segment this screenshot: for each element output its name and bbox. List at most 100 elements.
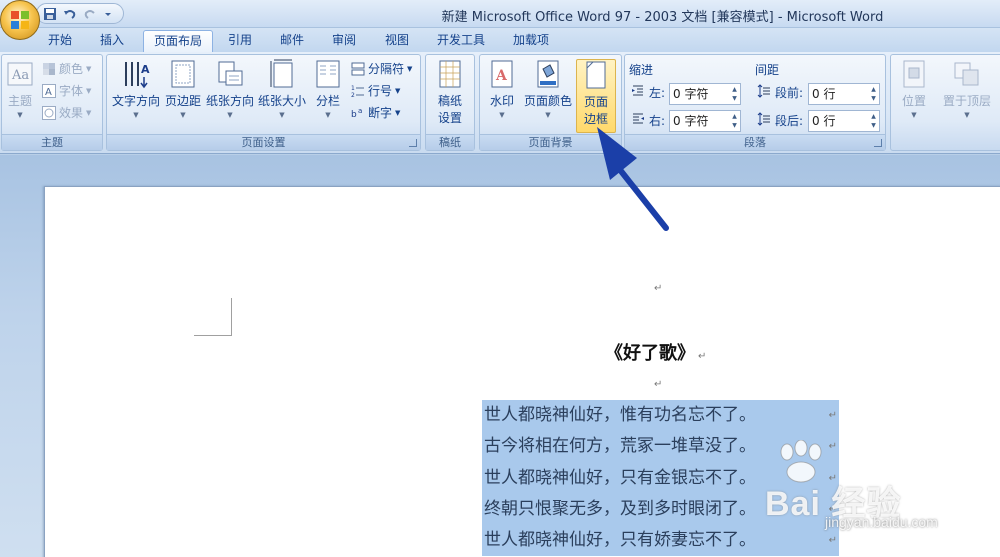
- manuscript-grid-icon: [436, 59, 464, 89]
- group-page-setup: A 文字方向 ▼ 页边距 ▼ 纸张方向 ▼ 纸张大小 ▼ 分栏 ▼ 分隔符 ▼ …: [106, 54, 421, 151]
- page-borders-icon: [582, 60, 610, 90]
- spacing-before-icon: [757, 84, 771, 101]
- paragraph-mark: ↵: [654, 283, 663, 294]
- window-title: 新建 Microsoft Office Word 97 - 2003 文档 [兼…: [441, 10, 884, 25]
- svg-text:A: A: [45, 87, 52, 98]
- spinner-arrows-icon[interactable]: ▲ ▼: [730, 112, 739, 130]
- group-label-page-background: 页面背景: [480, 134, 621, 150]
- svg-text:a: a: [358, 107, 362, 115]
- paragraph-launcher-icon[interactable]: [874, 139, 882, 147]
- manuscript-setup-button[interactable]: 稿纸 设置: [430, 59, 470, 126]
- tab-home[interactable]: 开始: [38, 30, 82, 52]
- spacing-before-label: 段前:: [757, 84, 803, 101]
- chevron-down-icon: ▼: [499, 111, 505, 119]
- color-palette-icon: [42, 62, 56, 76]
- title-bar: 新建 Microsoft Office Word 97 - 2003 文档 [兼…: [0, 0, 1000, 28]
- spacing-before-field[interactable]: 0 行 ▲ ▼: [808, 83, 880, 105]
- indent-left-field[interactable]: 0 字符 ▲ ▼: [669, 83, 741, 105]
- spinner-arrows-icon[interactable]: ▲ ▼: [869, 85, 878, 103]
- group-label-themes: 主题: [2, 134, 102, 150]
- theme-colors-button[interactable]: 颜色 ▼: [42, 60, 91, 77]
- svg-text:A: A: [495, 68, 508, 84]
- poem-selection[interactable]: 世人都晓神仙好，惟有功名忘不了。 ↵ 古今将相在何方，荒冢一堆草没了。 ↵ 世人都晓…: [482, 400, 839, 557]
- chevron-down-icon: ▼: [964, 111, 970, 119]
- poem-line[interactable]: 终朝只恨聚无多，及到多时眼闭了。 ↵: [482, 493, 839, 526]
- paper-size-button[interactable]: 纸张大小 ▼: [257, 59, 307, 119]
- office-logo-icon: [11, 11, 29, 29]
- spacing-heading: 间距: [755, 63, 780, 77]
- page-color-button[interactable]: 页面颜色 ▼: [522, 59, 574, 119]
- spacing-after-label: 段后:: [757, 112, 803, 129]
- group-paragraph: 缩进 左: 0 字符 ▲ ▼ 右: 0 字符 ▲ ▼ 间距 段前: 0 行 ▲ ▼ 段…: [624, 54, 886, 151]
- font-icon: A: [42, 83, 56, 98]
- chevron-down-icon: ▼: [133, 111, 139, 119]
- tab-review[interactable]: 审阅: [322, 30, 366, 52]
- position-icon: [900, 59, 928, 89]
- paragraph-mark: ↵: [698, 351, 707, 362]
- chevron-down-icon: ▼: [279, 111, 285, 119]
- poem-line[interactable]: 世人都晓神仙好，只有金银忘不了。 ↵: [482, 462, 839, 494]
- page-color-icon: [534, 59, 562, 89]
- hyphenation-button[interactable]: ba 断字 ▼: [351, 104, 400, 121]
- breaks-button[interactable]: 分隔符 ▼: [351, 60, 412, 77]
- group-page-background: A 水印 ▼ 页面颜色 ▼ 页面 边框 页面背景: [479, 54, 622, 151]
- tab-developer[interactable]: 开发工具: [427, 30, 495, 52]
- paragraph-mark: ↵: [828, 472, 837, 484]
- spacing-after-field[interactable]: 0 行 ▲ ▼: [808, 110, 880, 132]
- indent-right-label: 右:: [631, 112, 665, 129]
- columns-icon: [314, 59, 342, 89]
- tab-addins[interactable]: 加载项: [503, 30, 559, 52]
- breaks-icon: [351, 62, 365, 76]
- tab-mailings[interactable]: 邮件: [270, 30, 314, 52]
- chevron-down-icon: ▼: [17, 111, 23, 119]
- tab-page-layout[interactable]: 页面布局: [143, 30, 214, 52]
- spinner-arrows-icon[interactable]: ▲ ▼: [730, 85, 739, 103]
- ribbon-tabs: 开始 插入 页面布局 引用 邮件 审阅 视图 开发工具 加载项: [0, 28, 1000, 52]
- margin-corner-mark: [194, 298, 232, 336]
- margins-icon: [169, 59, 197, 89]
- indent-heading: 缩进: [629, 63, 654, 77]
- indent-left-icon: [631, 84, 645, 101]
- page-borders-button[interactable]: 页面 边框: [576, 59, 616, 133]
- svg-text:b: b: [351, 110, 357, 120]
- poem-line[interactable]: 世人都晓神仙好，惟有功名忘不了。 ↵: [482, 400, 839, 432]
- paragraph-mark: ↵: [828, 410, 837, 421]
- position-button[interactable]: 位置 ▼: [897, 59, 931, 119]
- group-manuscript: 稿纸 设置 稿纸: [425, 54, 475, 151]
- svg-text:Aa: Aa: [11, 68, 29, 83]
- theme-effects-button[interactable]: 效果 ▼: [42, 104, 91, 121]
- poem-line[interactable]: 古今将相在何方，荒冢一堆草没了。 ↵: [482, 431, 839, 463]
- themes-button[interactable]: Aa 主题 ▼: [5, 59, 35, 119]
- office-button[interactable]: [0, 0, 40, 40]
- group-label-paragraph: 段落: [625, 134, 885, 150]
- indent-right-icon: [631, 112, 645, 129]
- columns-button[interactable]: 分栏 ▼: [310, 59, 346, 119]
- tab-references[interactable]: 引用: [218, 30, 262, 52]
- paper-size-icon: [268, 59, 296, 89]
- poem-line[interactable]: 世人都晓神仙好，只有娇妻忘不了。 ↵: [482, 525, 839, 557]
- theme-fonts-button[interactable]: A 字体 ▼: [42, 82, 91, 99]
- orientation-button[interactable]: 纸张方向 ▼: [205, 59, 255, 119]
- margins-button[interactable]: 页边距 ▼: [163, 59, 203, 119]
- hyphenation-icon: ba: [351, 106, 365, 120]
- chevron-down-icon: ▼: [545, 111, 551, 119]
- page-setup-launcher-icon[interactable]: [409, 139, 417, 147]
- paragraph-mark: ↵: [828, 503, 837, 515]
- chevron-down-icon: ▼: [227, 111, 233, 119]
- paragraph-mark: ↵: [654, 379, 663, 390]
- line-numbers-icon: 12: [351, 84, 365, 99]
- watermark-icon: A: [488, 59, 516, 89]
- group-themes: Aa 主题 ▼ 颜色 ▼ A 字体 ▼ 效果 ▼ 主题: [1, 54, 103, 151]
- tab-insert[interactable]: 插入: [90, 30, 134, 52]
- document-area: ↵ 《好了歌》 ↵ ↵ 世人都晓神仙好，惟有功名忘不了。 ↵ 古今将相在何方，荒冢一…: [0, 155, 1000, 557]
- bring-to-front-button[interactable]: 置于顶层 ▼: [937, 59, 997, 119]
- indent-left-label: 左:: [631, 84, 665, 101]
- tab-view[interactable]: 视图: [375, 30, 419, 52]
- indent-right-field[interactable]: 0 字符 ▲ ▼: [669, 110, 741, 132]
- group-label-manuscript: 稿纸: [426, 134, 474, 150]
- text-direction-button[interactable]: A 文字方向 ▼: [111, 59, 161, 119]
- line-numbers-button[interactable]: 12 行号 ▼: [351, 82, 400, 99]
- spinner-arrows-icon[interactable]: ▲ ▼: [869, 112, 878, 130]
- document-page[interactable]: ↵ 《好了歌》 ↵ ↵ 世人都晓神仙好，惟有功名忘不了。 ↵ 古今将相在何方，荒冢一…: [44, 186, 1000, 557]
- watermark-button[interactable]: A 水印 ▼: [484, 59, 520, 119]
